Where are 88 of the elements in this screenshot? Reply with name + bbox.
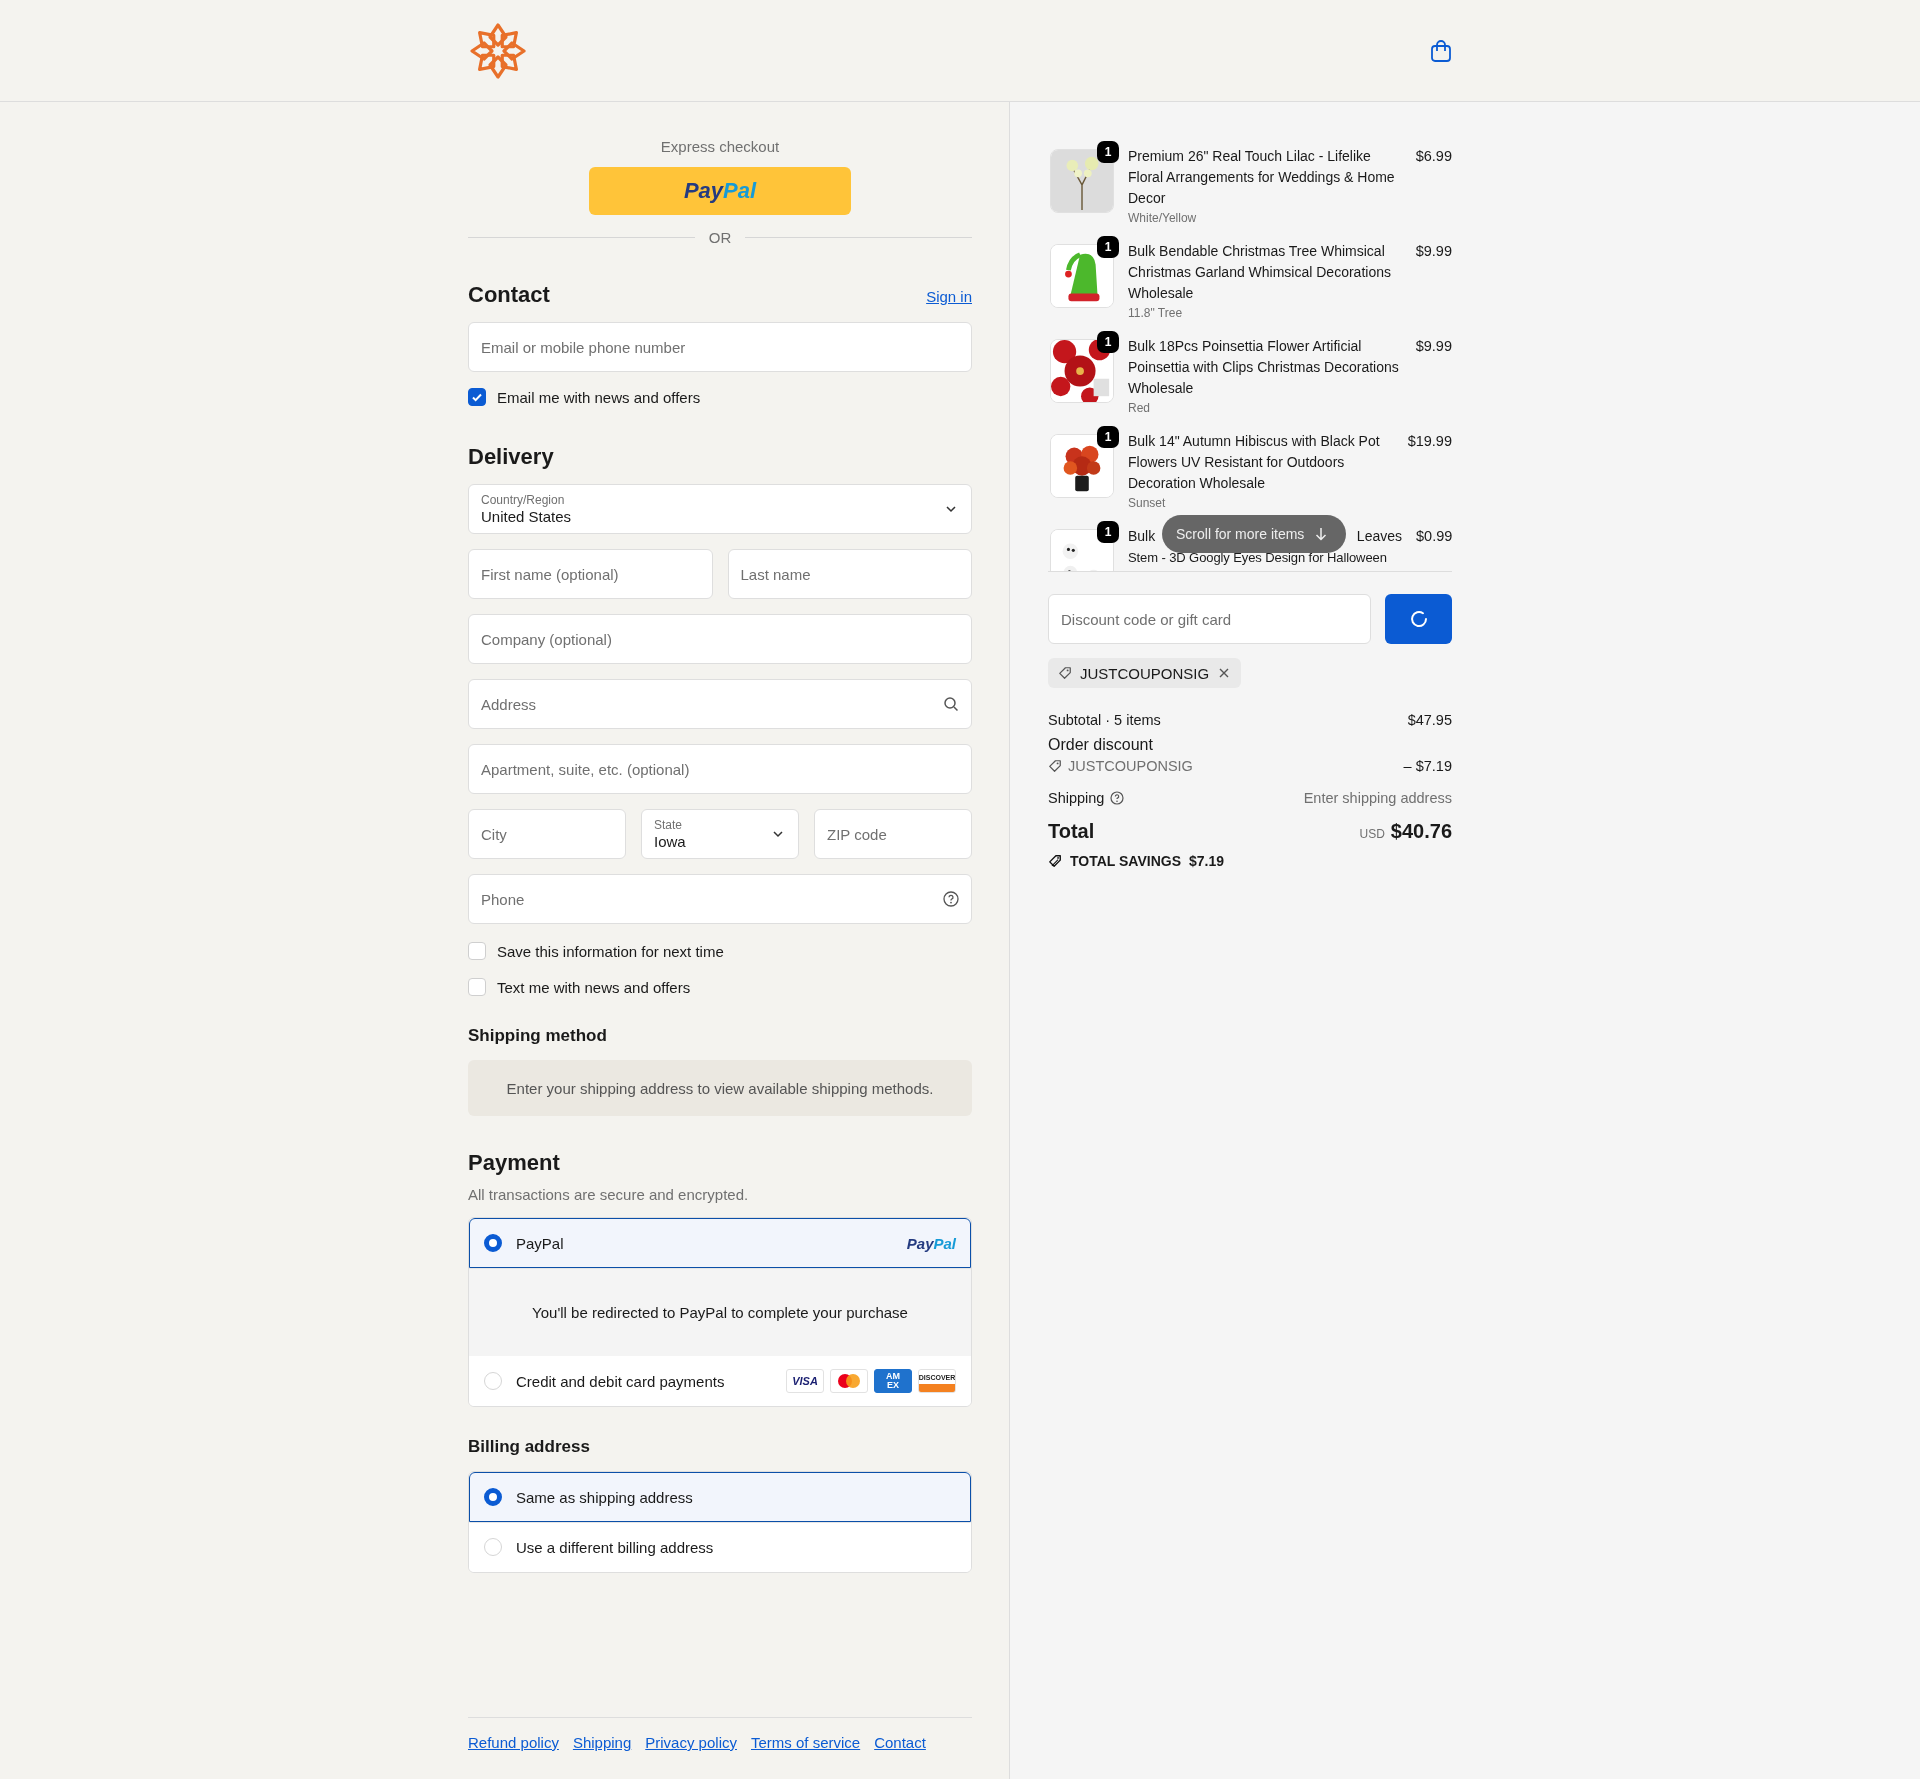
currency-code: USD bbox=[1359, 827, 1385, 841]
help-icon bbox=[1110, 791, 1125, 805]
scroll-hint[interactable]: Scroll for more items bbox=[1162, 515, 1347, 553]
tag-icon bbox=[1048, 759, 1062, 773]
input-field[interactable]: Discount code or gift card bbox=[1048, 594, 1371, 644]
radio-button[interactable] bbox=[484, 1234, 502, 1252]
product-price: $9.99 bbox=[1415, 337, 1452, 356]
quantity-badge: 1 bbox=[1097, 426, 1119, 448]
input-field[interactable]: Apartment, suite, etc. (optional) bbox=[468, 744, 972, 794]
billing-option[interactable]: Use a different billing address bbox=[469, 1522, 971, 1572]
checkbox-label: Text me with news and offers bbox=[497, 978, 691, 996]
bag-icon[interactable] bbox=[1430, 38, 1452, 63]
product-price: $19.99 bbox=[1407, 432, 1452, 451]
summary-label: Order discount bbox=[1048, 736, 1154, 754]
product-title: Bulk 14" Autumn Hibiscus with Black Pot Flowers UV Resistant for Outdoors Decoration Wholesale bbox=[1128, 432, 1381, 493]
card-logo: AMEX bbox=[874, 1369, 912, 1393]
shipping-notice: Enter your shipping address to view available shipping methods. bbox=[468, 1060, 972, 1116]
section-heading: Shipping method bbox=[468, 1026, 607, 1046]
checkbox[interactable] bbox=[468, 388, 486, 406]
section-subtitle: All transactions are secure and encrypted. bbox=[468, 1186, 750, 1203]
payment-info-text: You'll be redirected to PayPal to complete your purchase bbox=[469, 1268, 971, 1356]
quantity-badge: 1 bbox=[1097, 141, 1119, 163]
footer-link[interactable]: Privacy policy bbox=[645, 1734, 737, 1751]
card-logo: VISA bbox=[786, 1369, 824, 1393]
spinner-icon bbox=[1408, 609, 1429, 629]
summary-label: Subtotal · 5 items bbox=[1048, 712, 1161, 728]
paypal-button[interactable]: PayPal bbox=[589, 167, 851, 215]
savings-amount: $7.19 bbox=[1189, 853, 1225, 869]
input-field[interactable]: Company (optional) bbox=[468, 614, 972, 664]
arrow-down-icon bbox=[1314, 527, 1329, 541]
product-title: Leaves bbox=[1356, 527, 1402, 546]
input-field[interactable]: Last name bbox=[727, 549, 972, 599]
product-title: Bulk Bendable Christmas Tree Whimsical Christmas Garland Whimsical Decorations Wholesale bbox=[1128, 242, 1392, 303]
footer-link[interactable]: Contact bbox=[874, 1734, 926, 1751]
card-logo bbox=[830, 1369, 868, 1393]
payment-option[interactable]: PayPal PayPal bbox=[469, 1218, 971, 1268]
product-title: Bulk bbox=[1128, 527, 1156, 546]
section-heading: Contact bbox=[468, 282, 550, 308]
dropdown-field[interactable]: State Iowa bbox=[641, 809, 799, 859]
total-label: Total bbox=[1048, 820, 1095, 843]
product-price: $6.99 bbox=[1415, 147, 1452, 166]
tag-icon bbox=[1048, 854, 1062, 868]
checkbox-label: Save this information for next time bbox=[497, 942, 724, 960]
section-heading: Payment bbox=[468, 1150, 560, 1176]
section-label: Express checkout bbox=[660, 138, 780, 155]
product-price: $0.99 bbox=[1416, 527, 1452, 546]
quantity-badge: 1 bbox=[1097, 521, 1119, 543]
footer-link[interactable]: Terms of service bbox=[751, 1734, 861, 1751]
product-variant: 11.8" Tree bbox=[1128, 305, 1184, 322]
summary-value: Enter shipping address bbox=[1303, 790, 1452, 806]
summary-label: Shipping bbox=[1048, 790, 1105, 806]
footer-link[interactable]: Refund policy bbox=[468, 1734, 559, 1751]
input-field[interactable]: Phone bbox=[468, 874, 972, 924]
divider-label: OR bbox=[468, 229, 972, 246]
input-field[interactable]: City bbox=[468, 809, 626, 859]
apply-button[interactable] bbox=[1385, 594, 1452, 644]
section-heading: Delivery bbox=[468, 444, 554, 470]
quantity-badge: 1 bbox=[1097, 236, 1119, 258]
dropdown-field[interactable]: Country/Region United States bbox=[468, 484, 972, 534]
discount-code: JUSTCOUPONSIG bbox=[1048, 758, 1193, 774]
checkbox-label: Email me with news and offers bbox=[497, 388, 701, 406]
footer-link[interactable]: Shipping bbox=[572, 1734, 632, 1751]
search-icon bbox=[943, 696, 959, 712]
product-variant: White/Yellow bbox=[1128, 210, 1198, 227]
product-price: $9.99 bbox=[1415, 242, 1452, 261]
input-field[interactable]: Address bbox=[468, 679, 972, 729]
input-field[interactable]: First name (optional) bbox=[468, 549, 713, 599]
savings-label: TOTAL SAVINGS bbox=[1070, 853, 1181, 869]
product-title: Premium 26" Real Touch Lilac - Lifelike Floral Arrangements for Weddings & Home Decor bbox=[1128, 147, 1396, 208]
summary-value: $47.95 bbox=[1407, 712, 1452, 728]
input-field[interactable]: Email or mobile phone number bbox=[468, 322, 972, 372]
summary-value: – $7.19 bbox=[1403, 758, 1452, 774]
product-title: Bulk 18Pcs Poinsettia Flower Artificial Poinsettia with Clips Christmas Decorations Wholesale bbox=[1128, 337, 1400, 398]
total-amount: $40.76 bbox=[1390, 820, 1452, 842]
logo-icon[interactable] bbox=[468, 20, 528, 81]
sign-in-link[interactable]: Sign in bbox=[926, 288, 972, 305]
section-heading: Billing address bbox=[468, 1437, 590, 1457]
tag-icon bbox=[1058, 666, 1072, 680]
help-icon bbox=[943, 891, 959, 907]
check-icon bbox=[471, 391, 483, 403]
billing-option[interactable]: Same as shipping address bbox=[469, 1472, 971, 1522]
paypal-logo: PayPal bbox=[906, 1234, 956, 1252]
quantity-badge: 1 bbox=[1097, 331, 1119, 353]
input-field[interactable]: ZIP code bbox=[814, 809, 972, 859]
product-variant: Red bbox=[1128, 400, 1151, 417]
radio-button[interactable] bbox=[484, 1488, 502, 1506]
product-variant: Sunset bbox=[1128, 495, 1167, 512]
discount-tag: JUSTCOUPONSIG bbox=[1048, 658, 1242, 688]
